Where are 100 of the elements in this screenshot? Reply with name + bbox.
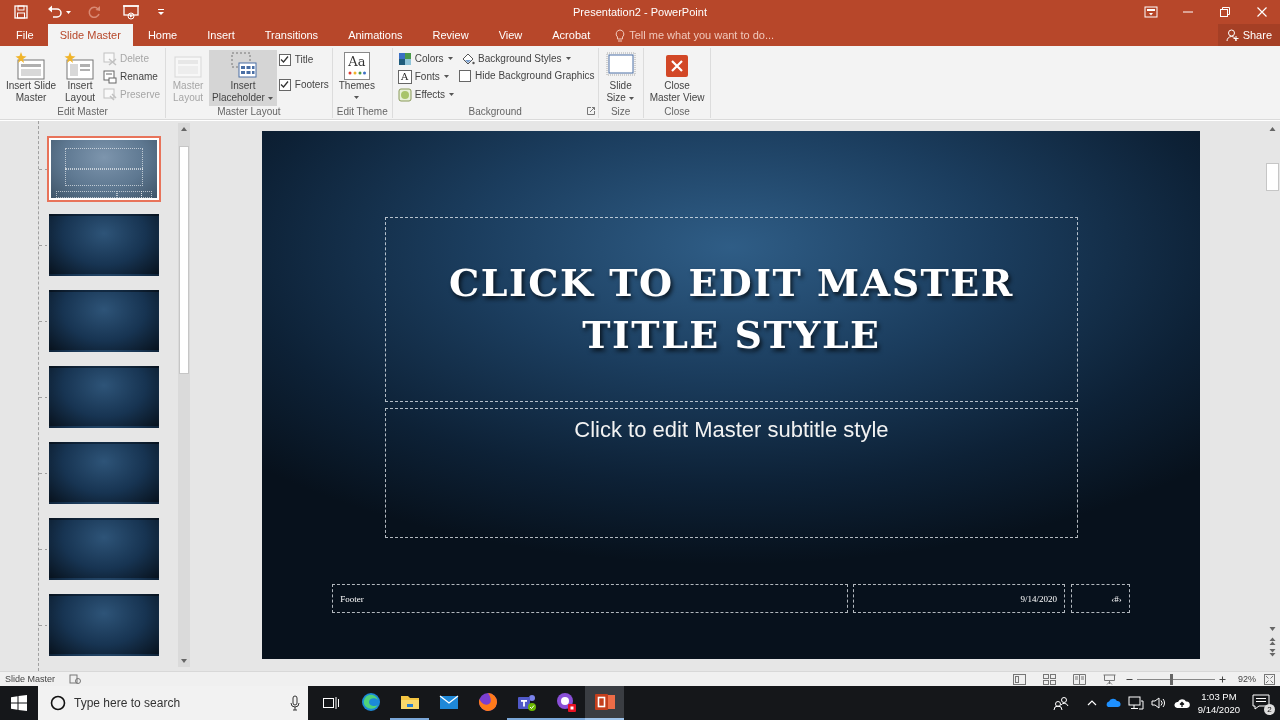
slideshow-icon[interactable]: [1103, 673, 1116, 685]
search-icon: [50, 695, 66, 711]
lightbulb-icon: [615, 28, 626, 42]
ribbon-button[interactable]: Rename: [101, 68, 163, 85]
slide-thumbnail[interactable]: [49, 290, 159, 352]
accessibility-icon[interactable]: [69, 673, 82, 685]
ribbon-button[interactable]: A Fonts: [395, 68, 458, 85]
ribbon-button[interactable]: Insert Layout: [61, 50, 100, 106]
slide-number-placeholder[interactable]: ‹#›: [1070, 584, 1130, 614]
fit-to-window-icon[interactable]: [1264, 673, 1275, 685]
checkbox[interactable]: [459, 69, 472, 82]
group-label: Master Layout: [216, 105, 282, 118]
zoom-in-icon[interactable]: [1219, 675, 1226, 683]
caret-icon: [564, 56, 572, 61]
ribbon-button[interactable]: Effects: [395, 86, 458, 103]
ribbon-tab[interactable]: Slide Master: [47, 24, 133, 46]
ribbon-button[interactable]: Close Master View: [646, 50, 708, 106]
group-label: Size: [609, 105, 632, 118]
clock[interactable]: 1:03 PM 9/14/2020: [1197, 690, 1240, 716]
date-placeholder[interactable]: 9/14/2020: [852, 584, 1065, 614]
scroll-thumb[interactable]: [179, 146, 189, 374]
slide-thumbnail[interactable]: [49, 214, 159, 276]
chevron-up-icon[interactable]: [1085, 698, 1098, 708]
color-palette-icon: [397, 51, 412, 66]
group-label: Edit Master: [56, 105, 109, 118]
rename-icon: [103, 69, 118, 84]
slide-sorter-icon[interactable]: [1043, 673, 1056, 685]
ribbon-tab[interactable]: View: [483, 24, 538, 46]
ribbon-tab[interactable]: Transitions: [249, 24, 334, 46]
people-icon[interactable]: [1052, 696, 1069, 710]
slide-thumbnail[interactable]: [49, 518, 159, 580]
ribbon-button[interactable]: Slide Size: [601, 50, 640, 106]
footer-placeholder[interactable]: Footer: [332, 584, 849, 614]
ribbon-button[interactable]: Insert Slide Master: [3, 50, 60, 106]
slide-thumbnail[interactable]: [49, 366, 159, 428]
status-text: Slide Master: [4, 674, 56, 684]
share-button[interactable]: Share: [1217, 24, 1280, 46]
restore-icon[interactable]: [1219, 7, 1230, 17]
ribbon-button[interactable]: Background Styles: [459, 50, 595, 67]
caret-icon: [65, 9, 72, 15]
microphone-icon[interactable]: [290, 695, 300, 711]
slide-thumbnail[interactable]: [49, 442, 159, 504]
close-icon[interactable]: [1256, 7, 1267, 17]
ribbon-button[interactable]: Insert Placeholder: [209, 50, 277, 106]
slide-thumbnail[interactable]: [49, 594, 159, 656]
cloud-icon[interactable]: [1104, 697, 1121, 709]
checkbox-label: Hide Background Graphics: [475, 70, 595, 81]
scroll-thumb[interactable]: [1266, 163, 1279, 191]
checkbox[interactable]: [278, 53, 291, 66]
slide-thumbnail[interactable]: [49, 138, 159, 200]
slideshow-icon[interactable]: [122, 4, 140, 20]
font-icon: A: [397, 69, 412, 84]
customize-icon[interactable]: [157, 8, 165, 16]
save-icon[interactable]: [13, 4, 29, 20]
ribbon-tab[interactable]: Home: [132, 24, 193, 46]
start-icon[interactable]: [11, 695, 27, 711]
effects-icon: [397, 87, 412, 102]
caret-icon: [266, 95, 274, 101]
ribbon-tab[interactable]: Review: [417, 24, 484, 46]
redo-icon: [86, 4, 102, 20]
ribbon-tab[interactable]: File: [0, 24, 48, 46]
themes-icon: Aa: [343, 52, 370, 80]
ribbon-tab[interactable]: Acrobat: [537, 24, 606, 46]
checkbox[interactable]: [278, 78, 291, 91]
speaker-icon[interactable]: [1150, 696, 1167, 710]
tell-me-field[interactable]: Tell me what you want to do...: [629, 29, 790, 41]
close-icon: [666, 55, 689, 77]
search-box[interactable]: Type here to search: [38, 686, 308, 720]
search-field[interactable]: Type here to search: [74, 696, 282, 710]
group-label: Edit Theme: [335, 105, 389, 118]
slide-pin-icon: [103, 87, 118, 102]
group-label: Background: [467, 105, 523, 118]
normal-view-icon[interactable]: [1013, 673, 1026, 685]
undo-icon[interactable]: [47, 4, 63, 20]
title-placeholder[interactable]: CLICK TO EDIT MASTER TITLE STYLE: [384, 217, 1079, 402]
person-add-icon: [1225, 28, 1239, 42]
browser-icon[interactable]: [359, 691, 382, 713]
ribbon-button[interactable]: Aa Themes: [335, 50, 378, 102]
checkbox-label: Footers: [294, 79, 329, 90]
zoom-level[interactable]: 92%: [1238, 674, 1256, 684]
app-icon[interactable]: [554, 691, 577, 713]
dialog-launcher-icon[interactable]: [586, 107, 595, 115]
presentation-app-icon[interactable]: [593, 691, 616, 713]
task-view-icon[interactable]: [323, 696, 339, 710]
new-layout-icon: [64, 51, 97, 81]
network-icon[interactable]: [1127, 696, 1144, 710]
notification-icon[interactable]: [1252, 693, 1270, 711]
ribbon-tab[interactable]: Insert: [192, 24, 250, 46]
caret-icon: [353, 95, 361, 100]
caret-icon: [446, 56, 454, 61]
browser-icon[interactable]: [476, 691, 499, 713]
delete-slide-icon: [103, 51, 118, 66]
cloud-upload-icon[interactable]: [1173, 696, 1190, 710]
caret-icon: [627, 95, 635, 101]
reading-view-icon[interactable]: [1073, 673, 1086, 685]
subtitle-placeholder[interactable]: Click to edit Master subtitle style: [384, 408, 1079, 539]
ribbon-tab[interactable]: Animations: [333, 24, 418, 46]
ribbon-button[interactable]: Colors: [395, 50, 458, 67]
new-slide-icon: [15, 51, 47, 81]
ribbon-display-icon[interactable]: [1143, 6, 1158, 18]
